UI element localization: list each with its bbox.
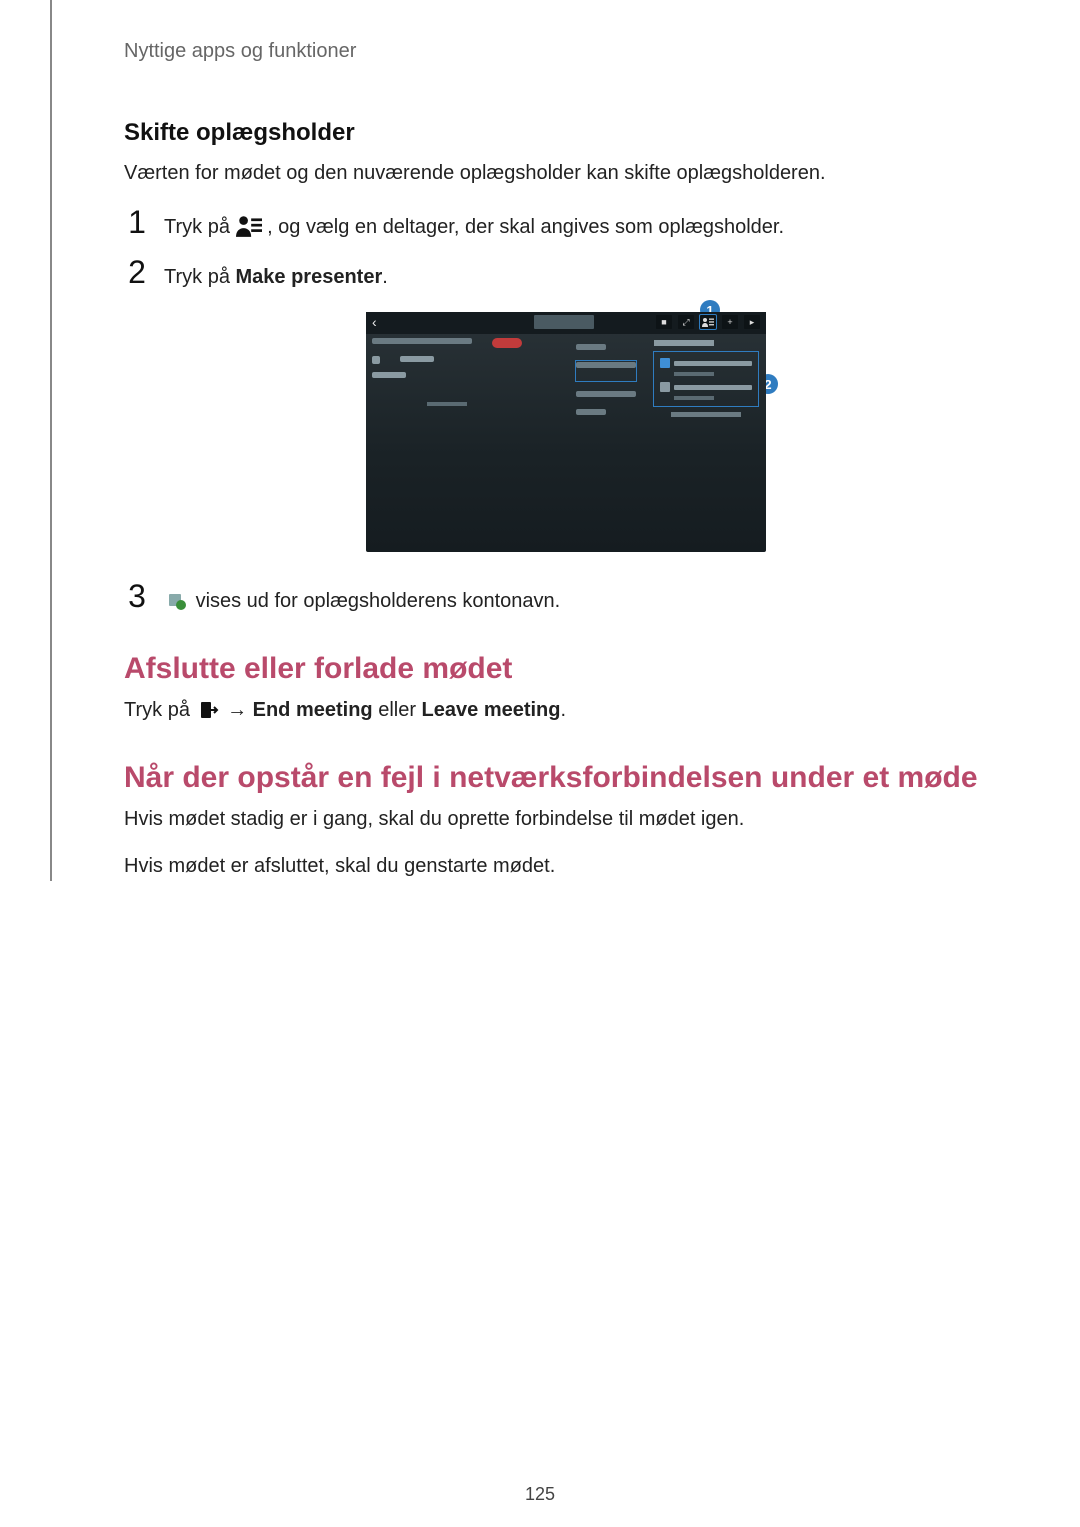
top-tab xyxy=(534,315,594,329)
right-panel xyxy=(654,340,758,417)
back-icon: ‹ xyxy=(372,314,377,330)
presenter-badge-icon xyxy=(164,590,190,612)
step3-text: vises ud for oplægsholderens kontonavn. xyxy=(196,590,561,612)
end-meeting-label: End meeting xyxy=(253,699,373,721)
video-icon: ■ xyxy=(656,315,672,329)
heading-fejl: Når der opstår en fejl i netværksforbind… xyxy=(124,761,1008,795)
page-number: 125 xyxy=(0,1484,1080,1505)
step-number: 2 xyxy=(124,256,150,288)
steps-list: 1 Tryk på , og vælg en deltager, der ska… xyxy=(124,206,1008,292)
subheading-skifte: Skifte oplægsholder xyxy=(124,119,1008,147)
step-1: 1 Tryk på , og vælg en deltager, der ska… xyxy=(124,206,1008,242)
step1-text-a: Tryk på xyxy=(164,216,236,238)
s2-text-a: Tryk på xyxy=(124,699,196,721)
step-number: 3 xyxy=(124,580,150,612)
leave-meeting-label: Leave meeting xyxy=(422,699,561,721)
s2-text-e: . xyxy=(561,699,567,721)
steps-list-continued: 3 vises ud for oplægsholderens kontonavn… xyxy=(124,580,1008,616)
fejl-p1: Hvis mødet stadig er i gang, skal du opr… xyxy=(124,805,1008,834)
arrow-icon: → xyxy=(227,699,247,721)
step-number: 1 xyxy=(124,206,150,238)
exit-icon: ▸ xyxy=(744,315,760,329)
participants-panel-icon xyxy=(700,315,716,329)
device-screenshot: 1 2 3 ‹ ■ ⤢ + ▸ xyxy=(366,312,766,552)
afslutte-text: Tryk på → End meeting eller Leave meetin… xyxy=(124,696,1008,725)
step2-text-bold: Make presenter xyxy=(236,266,383,288)
exit-meeting-icon xyxy=(196,699,222,721)
add-user-icon: + xyxy=(722,315,738,329)
intro-text: Værten for mødet og den nuværende oplægs… xyxy=(124,159,1008,188)
step2-text-a: Tryk på xyxy=(164,266,236,288)
middle-menu xyxy=(576,344,636,427)
s2-text-c: eller xyxy=(373,699,422,721)
step-3: 3 vises ud for oplægsholderens kontonavn… xyxy=(124,580,1008,616)
step1-text-b: , og vælg en deltager, der skal angives … xyxy=(267,216,784,238)
breadcrumb: Nyttige apps og funktioner xyxy=(124,40,1008,63)
step2-text-c: . xyxy=(382,266,388,288)
expand-icon: ⤢ xyxy=(678,315,694,329)
left-panel xyxy=(372,338,522,406)
step-2: 2 Tryk på Make presenter. xyxy=(124,256,1008,292)
participants-icon xyxy=(236,215,262,237)
fejl-p2: Hvis mødet er afsluttet, skal du genstar… xyxy=(124,852,1008,881)
heading-afslutte: Afslutte eller forlade mødet xyxy=(124,652,1008,686)
